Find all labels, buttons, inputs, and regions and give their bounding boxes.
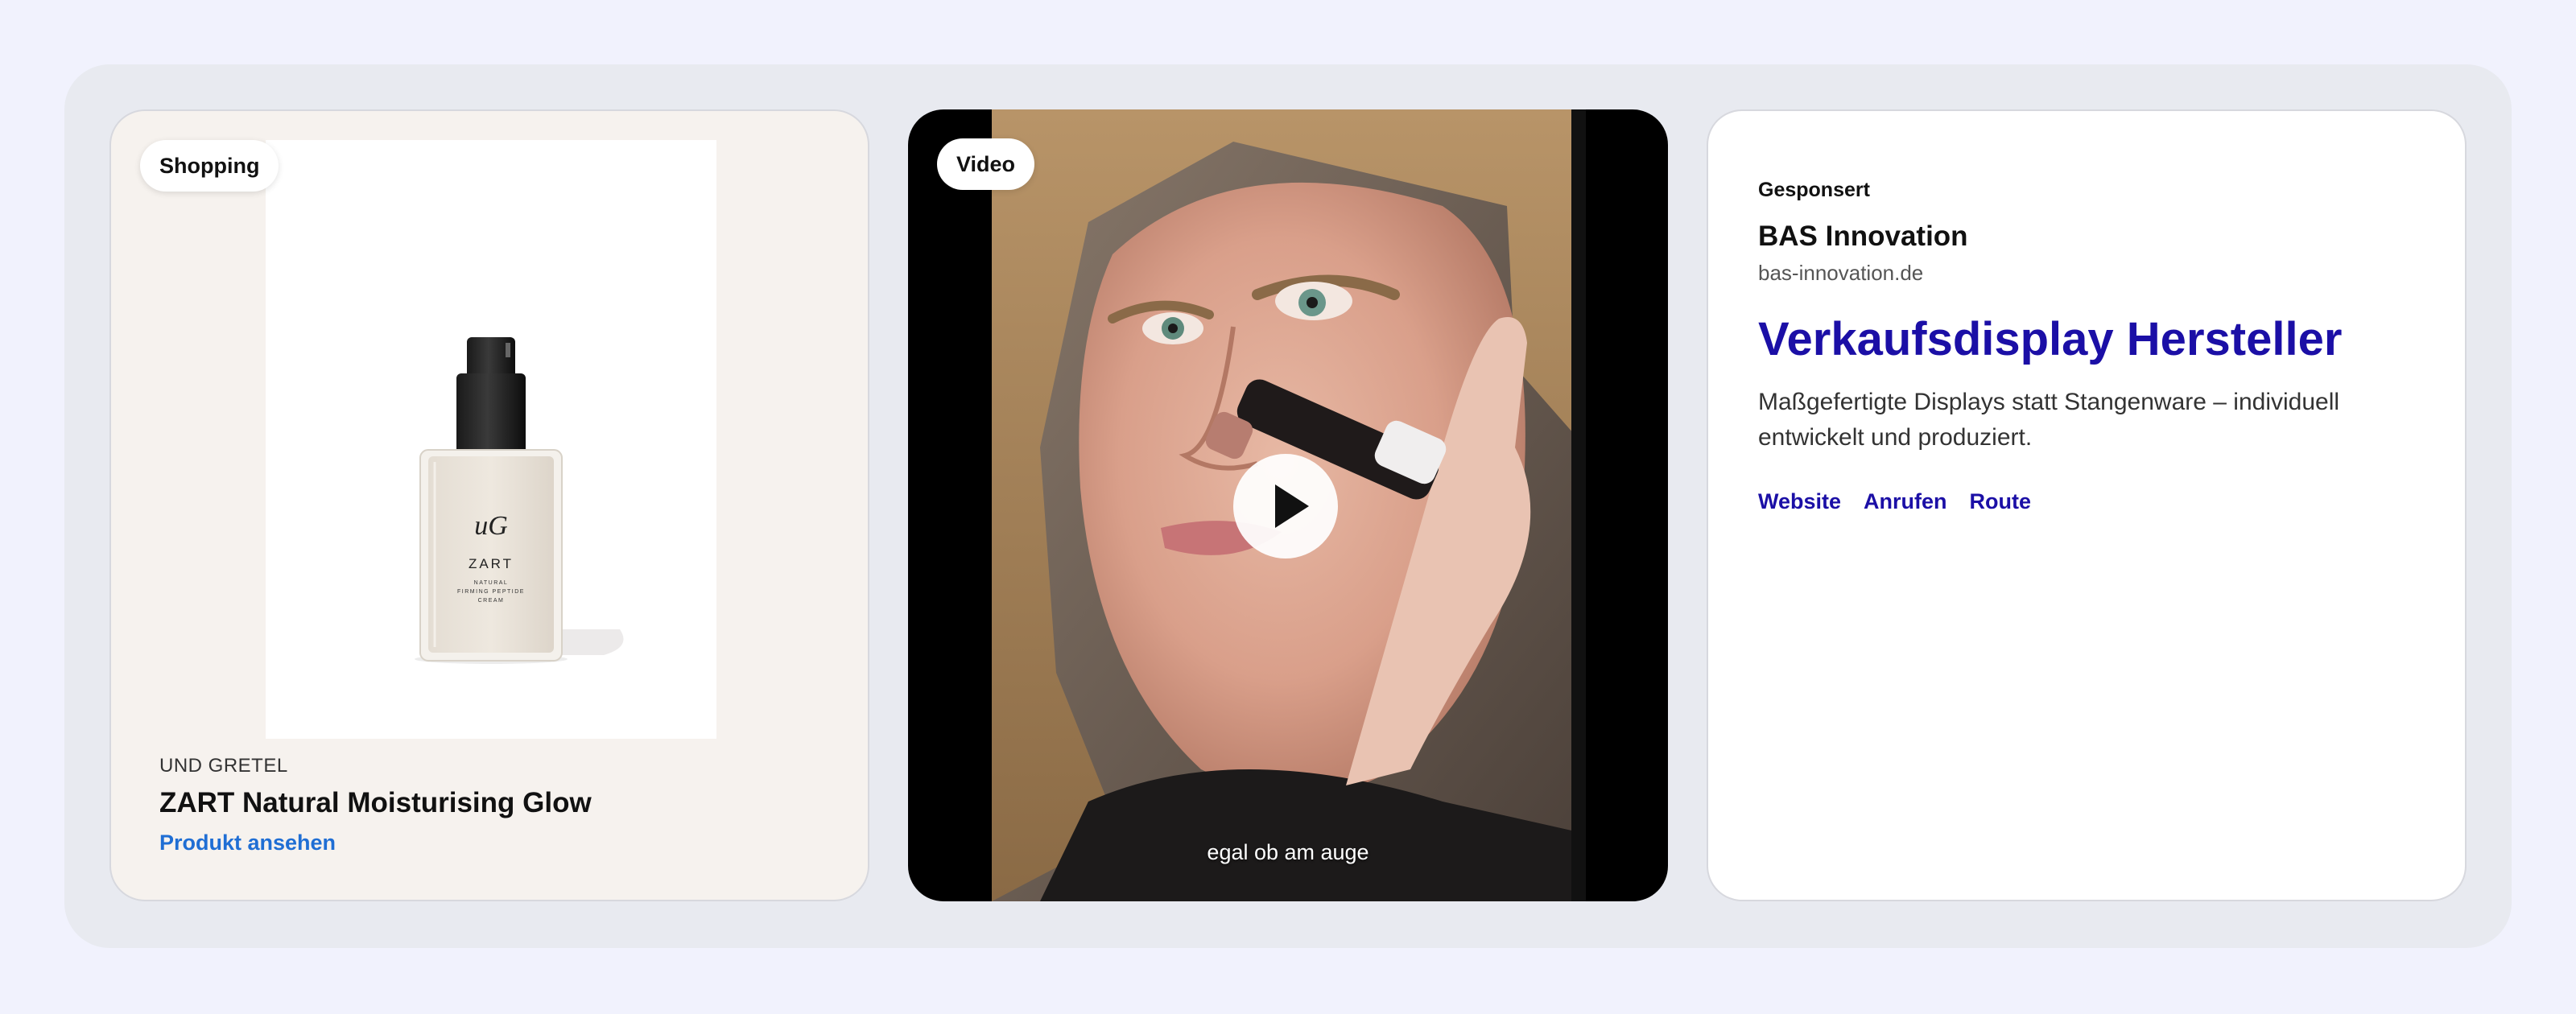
video-badge: Video	[937, 138, 1035, 190]
monogram-text: uG	[474, 511, 508, 541]
sponsored-card[interactable]: Gesponsert BAS Innovation bas-innovation…	[1707, 109, 2467, 901]
call-link[interactable]: Anrufen	[1864, 489, 1947, 514]
play-icon	[1275, 484, 1309, 528]
shopping-badge: Shopping	[140, 140, 279, 192]
advertiser-url: bas-innovation.de	[1758, 261, 1924, 285]
advertiser-name: BAS Innovation	[1758, 221, 1968, 252]
video-card[interactable]: Video egal ob am auge	[908, 109, 1668, 901]
view-product-link[interactable]: Produkt ansehen	[159, 831, 336, 855]
bottle-name-text: ZART	[469, 556, 514, 571]
ad-actions: Website Anrufen Route	[1758, 489, 2031, 514]
video-caption: egal ob am auge	[1207, 840, 1369, 864]
sponsored-label: Gesponsert	[1758, 179, 1870, 201]
product-brand: UND GRETEL	[159, 755, 288, 777]
bottle-line1-text: NATURAL	[474, 580, 509, 586]
website-link[interactable]: Website	[1758, 489, 1841, 514]
ad-headline[interactable]: Verkaufsdisplay Hersteller	[1758, 312, 2342, 366]
bottle-line3-text: CREAM	[478, 598, 505, 604]
bottle-line2-text: FIRMING PEPTIDE	[457, 589, 525, 595]
results-panel: Shopping uG ZART NATURAL FIRMING PEPTIDE…	[64, 64, 2512, 948]
ad-description: Maßgefertigte Displays statt Stangenware…	[1758, 389, 2340, 451]
shopping-card[interactable]: Shopping uG ZART NATURAL FIRMING PEPTIDE…	[109, 109, 869, 901]
product-image[interactable]: uG ZART NATURAL FIRMING PEPTIDE CREAM	[266, 140, 716, 739]
route-link[interactable]: Route	[1970, 489, 2032, 514]
product-title[interactable]: ZART Natural Moisturising Glow	[159, 787, 592, 819]
play-button[interactable]	[1233, 454, 1338, 559]
